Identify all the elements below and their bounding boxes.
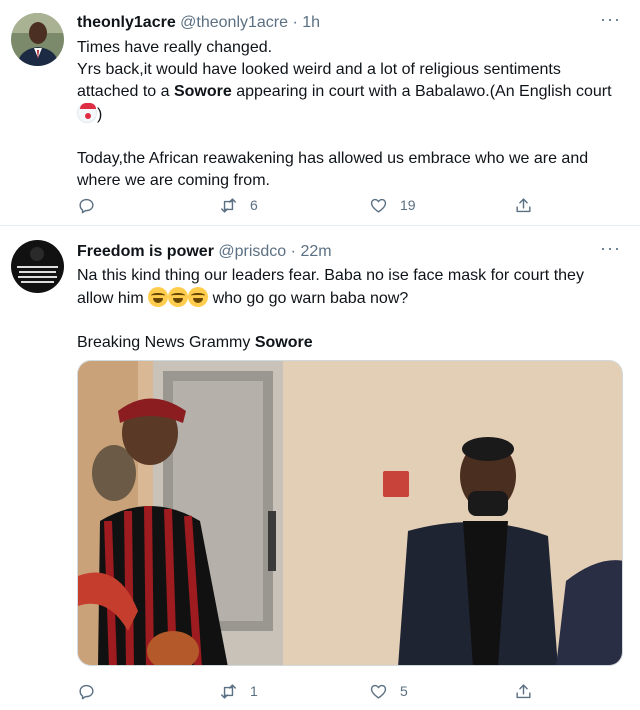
photo-image (78, 361, 622, 665)
share-icon (516, 683, 531, 698)
tweet-actions: 1 5 (77, 679, 547, 703)
retweet-count: 6 (250, 197, 258, 213)
tweet-line: Yrs back,it would have looked weird and … (77, 59, 620, 126)
reply-button[interactable] (77, 679, 96, 703)
heart-icon (370, 198, 387, 213)
more-options-icon[interactable]: ··· (600, 10, 620, 34)
like-count: 19 (400, 197, 416, 213)
tweet-line: Breaking News Grammy Sowore (77, 332, 620, 354)
handle[interactable]: @prisdco (218, 243, 286, 260)
bold-keyword: Sowore (254, 334, 313, 351)
tweet-body: Freedom is power @prisdco · 22m Na this … (77, 241, 620, 354)
display-name[interactable]: theonly1acre (77, 14, 176, 31)
like-count: 5 (400, 683, 408, 699)
reply-button[interactable] (77, 193, 96, 217)
retweet-icon (221, 683, 236, 699)
tweet-text-part: ) (97, 106, 103, 123)
heart-icon (370, 684, 387, 699)
tweet-header: theonly1acre @theonly1acre · 1h (77, 12, 620, 34)
tweet-actions: 6 19 (77, 193, 547, 217)
reply-icon (79, 684, 94, 699)
retweet-button[interactable]: 6 (219, 193, 258, 217)
tweet-text-part: who go go warn baba now? (208, 290, 409, 307)
share-icon (516, 197, 531, 212)
tweet-photo[interactable] (77, 360, 623, 666)
tweet-text-part: Breaking News Grammy (77, 334, 255, 351)
handle[interactable]: @theonly1acre (180, 14, 288, 31)
rolling-laughing-icon (188, 287, 209, 307)
tweet-line: Na this kind thing our leaders fear. Bab… (77, 265, 620, 310)
tweet-header: Freedom is power @prisdco · 22m (77, 241, 620, 263)
rolling-laughing-icon (168, 287, 189, 307)
separator: · (292, 14, 298, 31)
separator: · (290, 243, 296, 260)
display-name[interactable]: Freedom is power (77, 243, 214, 260)
retweet-count: 1 (250, 683, 258, 699)
retweet-button[interactable]: 1 (219, 679, 258, 703)
timestamp[interactable]: 22m (300, 243, 331, 260)
more-options-icon[interactable]: ··· (600, 239, 620, 263)
tweet-text: Na this kind thing our leaders fear. Bab… (77, 265, 620, 354)
like-button[interactable]: 19 (369, 193, 416, 217)
share-button[interactable] (514, 679, 533, 703)
timeline: theonly1acre @theonly1acre · 1h Times ha… (0, 0, 640, 710)
tweet-text: Times have really changed. Yrs back,it w… (77, 37, 620, 192)
share-button[interactable] (514, 193, 533, 217)
clown-face-icon (77, 103, 97, 123)
tweet-body: theonly1acre @theonly1acre · 1h Times ha… (77, 12, 620, 192)
avatar[interactable] (11, 13, 64, 66)
like-button[interactable]: 5 (369, 679, 408, 703)
timestamp[interactable]: 1h (302, 14, 320, 31)
retweet-icon (221, 197, 236, 213)
rolling-laughing-icon (148, 287, 169, 307)
tweet-line: Today,the African reawakening has allowe… (77, 150, 589, 189)
reply-icon (79, 198, 94, 213)
tweet-text-part: appearing in court with a Babalawo.(An E… (231, 83, 612, 100)
avatar[interactable] (11, 240, 64, 293)
bold-keyword: Sowore (173, 83, 232, 100)
tweet-line: Times have really changed. (77, 39, 273, 56)
